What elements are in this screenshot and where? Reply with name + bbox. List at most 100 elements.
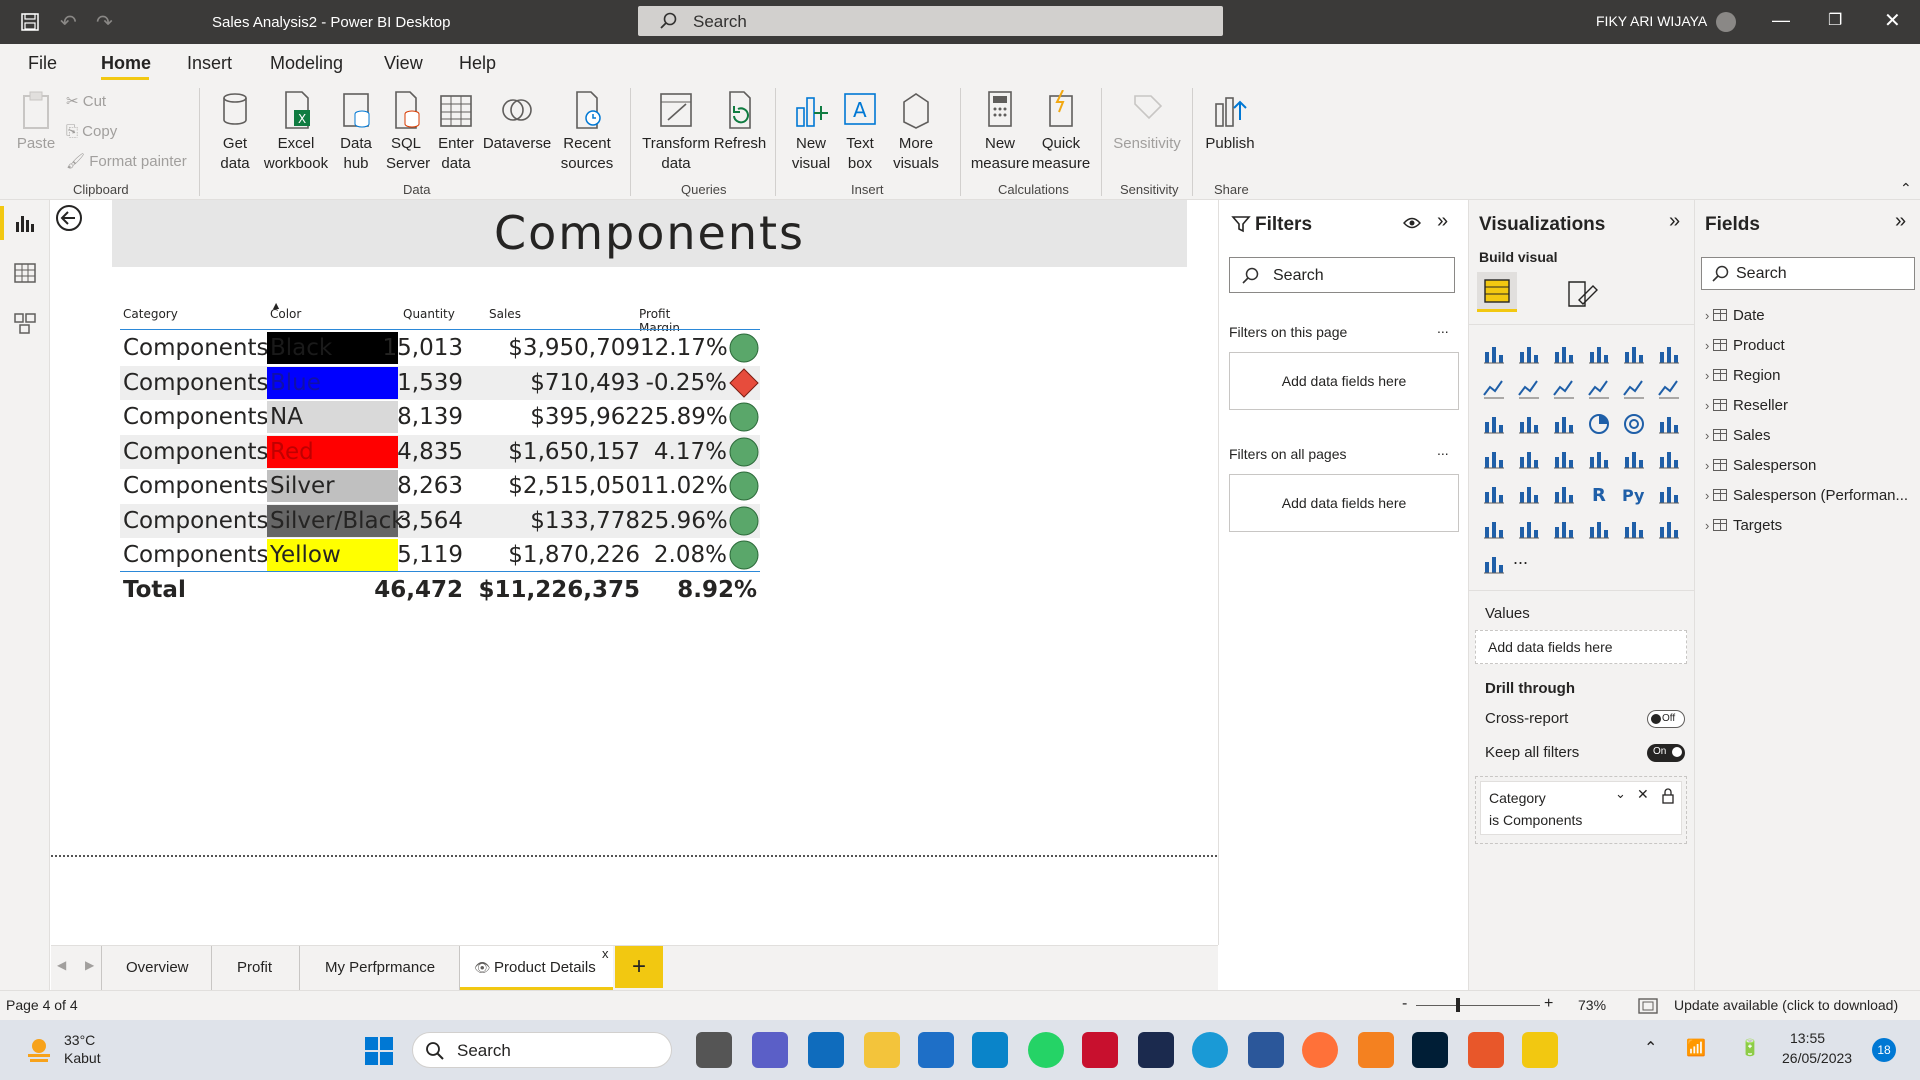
transform-data-button[interactable]: Transform data xyxy=(640,90,712,174)
key-influencers-icon[interactable] xyxy=(1657,482,1681,506)
collapse-fields-icon[interactable]: » xyxy=(1895,210,1906,233)
wifi-icon[interactable]: 📶 xyxy=(1686,1038,1706,1058)
excel-button[interactable]: X Excel workbook xyxy=(262,90,330,174)
paste-button[interactable]: Paste xyxy=(14,90,58,154)
firefox-icon[interactable] xyxy=(1302,1032,1338,1068)
eye-icon[interactable] xyxy=(1403,216,1421,230)
data-hub-button[interactable]: Data hub xyxy=(334,90,378,174)
table-row[interactable]: Components Silver/Black 3,564 $133,778 25.96… xyxy=(120,503,760,538)
mcafee-icon[interactable] xyxy=(1082,1032,1118,1068)
teams-icon[interactable] xyxy=(752,1032,788,1068)
slicer-icon[interactable] xyxy=(1482,482,1506,506)
filters-all-drop-zone[interactable]: Add data fields here xyxy=(1229,474,1459,532)
line-column-icon[interactable] xyxy=(1587,377,1611,401)
stacked-area-icon[interactable] xyxy=(1552,377,1576,401)
filters-page-drop-zone[interactable]: Add data fields here xyxy=(1229,352,1459,410)
field-table-item[interactable]: › Region xyxy=(1705,366,1781,386)
save-icon[interactable] xyxy=(20,12,40,32)
collapse-filters-icon[interactable]: » xyxy=(1437,210,1448,233)
filter-card[interactable]: Category is Components ⌄ ✕ xyxy=(1480,781,1682,835)
gauge-icon[interactable] xyxy=(1552,447,1576,471)
power-bi-icon[interactable] xyxy=(1522,1032,1558,1068)
filters-search-input[interactable]: Search xyxy=(1229,257,1455,293)
table-row[interactable]: Components Black 15,013 $3,950,709 12.17% xyxy=(120,331,760,365)
l-app-icon[interactable] xyxy=(972,1032,1008,1068)
word-icon[interactable] xyxy=(1248,1032,1284,1068)
field-table-item[interactable]: › Salesperson xyxy=(1705,456,1816,476)
multi-row-card-icon[interactable] xyxy=(1622,447,1646,471)
get-data-button[interactable]: Get data xyxy=(210,90,260,174)
field-table-item[interactable]: › Date xyxy=(1705,306,1765,326)
model-view-icon[interactable] xyxy=(14,312,36,334)
table-row[interactable]: Components Blue 1,539 $710,493 -0.25% xyxy=(120,365,760,400)
field-table-item[interactable]: › Sales xyxy=(1705,426,1770,446)
enter-data-button[interactable]: Enter data xyxy=(434,90,478,174)
dataverse-button[interactable]: Dataverse xyxy=(482,90,552,154)
edge-icon[interactable] xyxy=(1192,1032,1228,1068)
line-clustered-column-icon[interactable] xyxy=(1622,377,1646,401)
power-apps-icon[interactable] xyxy=(1622,517,1646,541)
close-icon[interactable]: ✕ xyxy=(1884,8,1901,33)
kpi-icon[interactable] xyxy=(1657,447,1681,471)
back-arrow-icon[interactable] xyxy=(55,204,83,232)
undo-icon[interactable]: ↶ xyxy=(60,10,77,35)
remove-filter-icon[interactable]: ✕ xyxy=(1637,786,1649,803)
tab-file[interactable]: File xyxy=(28,53,57,74)
column-header-quantity[interactable]: Quantity xyxy=(403,307,455,321)
mail-icon[interactable] xyxy=(808,1032,844,1068)
zoom-slider-thumb[interactable] xyxy=(1456,998,1460,1012)
scroll-right-icon[interactable]: ▶ xyxy=(85,958,94,972)
page-tab-my-performance[interactable]: My Perfprmance xyxy=(325,959,435,976)
stacked-column-icon[interactable] xyxy=(1517,342,1541,366)
100-bar-icon[interactable] xyxy=(1622,342,1646,366)
decomposition-tree-icon[interactable] xyxy=(1482,517,1506,541)
100-column-icon[interactable] xyxy=(1657,342,1681,366)
qa-icon[interactable] xyxy=(1517,517,1541,541)
clustered-column-icon[interactable] xyxy=(1587,342,1611,366)
sql-server-button[interactable]: SQL Server xyxy=(386,90,430,174)
taskbar-search[interactable]: Search xyxy=(412,1032,672,1068)
xampp-icon[interactable] xyxy=(1468,1032,1504,1068)
field-table-item[interactable]: › Salesperson (Performan... xyxy=(1705,486,1908,506)
fields-search-input[interactable]: Search xyxy=(1701,257,1915,290)
show-hidden-icons[interactable]: ⌃ xyxy=(1644,1038,1657,1058)
task-view-icon[interactable] xyxy=(696,1032,732,1068)
sublime-icon[interactable] xyxy=(1358,1032,1394,1068)
chevron-icon[interactable] xyxy=(1482,552,1506,576)
field-table-item[interactable]: › Targets xyxy=(1705,516,1782,536)
format-visual-icon[interactable] xyxy=(1565,278,1599,308)
card-icon[interactable] xyxy=(1587,447,1611,471)
column-header-sales[interactable]: Sales xyxy=(489,307,521,321)
avatar[interactable] xyxy=(1716,12,1736,32)
store-icon[interactable] xyxy=(918,1032,954,1068)
build-visual-tab[interactable] xyxy=(1477,272,1517,312)
stacked-bar-icon[interactable] xyxy=(1482,342,1506,366)
more-visuals-icon[interactable]: ... xyxy=(1513,548,1528,569)
sensitivity-button[interactable]: Sensitivity xyxy=(1110,90,1184,154)
table-row[interactable]: Components Red 4,835 $1,650,157 4.17% xyxy=(120,434,760,469)
copy-button[interactable]: ⎘ Copy xyxy=(66,122,117,142)
title-search-box[interactable]: Search xyxy=(638,6,1223,36)
dev-app-icon[interactable] xyxy=(1138,1032,1174,1068)
page-tab-profit[interactable]: Profit xyxy=(237,959,272,976)
add-page-button[interactable]: + xyxy=(615,946,663,988)
publish-button[interactable]: Publish xyxy=(1202,90,1258,154)
python-visual-icon[interactable]: Py xyxy=(1622,482,1646,506)
area-icon[interactable] xyxy=(1517,377,1541,401)
scatter-icon[interactable] xyxy=(1552,412,1576,436)
close-tab-icon[interactable]: x xyxy=(602,946,609,961)
table-row[interactable]: Components NA 8,139 $395,962 25.89% xyxy=(120,400,760,434)
map-icon[interactable] xyxy=(1482,447,1506,471)
waterfall-icon[interactable] xyxy=(1482,412,1506,436)
photoshop-icon[interactable] xyxy=(1412,1032,1448,1068)
collapse-ribbon-icon[interactable]: ⌃ xyxy=(1900,180,1912,197)
more-options-icon[interactable]: ... xyxy=(1437,442,1449,458)
data-view-icon[interactable] xyxy=(14,262,36,284)
fit-to-page-icon[interactable] xyxy=(1638,997,1658,1015)
line-icon[interactable] xyxy=(1482,377,1506,401)
quick-measure-button[interactable]: Quick measure xyxy=(1030,90,1092,174)
collapse-viz-icon[interactable]: » xyxy=(1669,210,1680,233)
format-painter-button[interactable]: 🖌 Format painter xyxy=(66,152,187,172)
redo-icon[interactable]: ↷ xyxy=(96,10,113,35)
cut-button[interactable]: ✂ Cut xyxy=(66,92,106,112)
